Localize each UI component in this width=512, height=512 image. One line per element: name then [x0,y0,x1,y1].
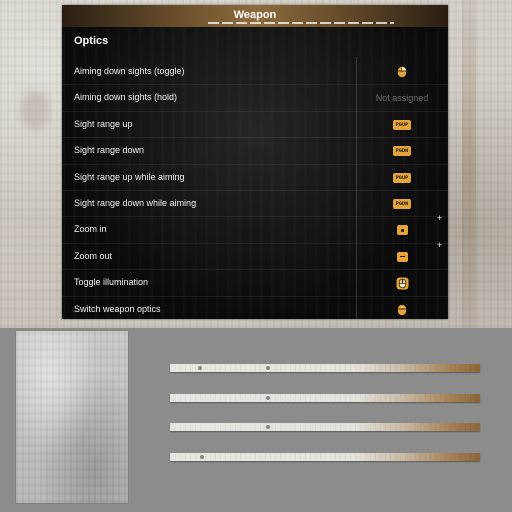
paper-texture-tile [16,331,128,503]
wood-strip-texture [170,453,480,461]
wood-strip-texture [170,394,480,402]
panel-title: Weapon [233,9,277,21]
binding-cell[interactable]: PGUP [357,165,447,191]
keybind-label: Sight range up while aiming [74,171,185,182]
key-badge: PGDN [392,198,412,209]
section-title: Optics [74,35,109,47]
keybind-row-sight-range-down[interactable]: Sight range down PGDN [62,138,448,165]
binding-cell[interactable] [357,217,447,243]
binding-cell[interactable]: PGUP [357,112,447,138]
binding-cell[interactable]: Not assigned [357,85,447,111]
wood-strip-texture [170,364,480,372]
mouse-right-click-icon [397,66,407,78]
keybind-row-sight-range-down-aiming[interactable]: Sight range down while aiming PGDN [62,191,448,218]
key-badge: PGUP [392,119,412,130]
mouse-wheel-click-icon [396,277,408,290]
keybind-row-sight-range-up[interactable]: Sight range up PGUP [62,112,448,139]
keybind-label: Sight range down while aiming [74,197,197,208]
wood-strip-texture [170,423,480,431]
binding-cell[interactable] [357,297,447,323]
not-assigned-text: Not assigned [375,93,429,104]
keybind-label: Toggle illumination [74,277,149,288]
keybind-label: Aiming down sights (toggle) [74,66,185,76]
header-underline [208,22,394,24]
keybind-panel: Weapon Optics Aiming down sights (toggle… [62,5,448,323]
numpad-plus-icon [396,225,408,236]
add-binding-icon[interactable]: + [437,214,442,223]
binding-cell[interactable]: PGDN [357,138,447,164]
keybind-row-zoom-out[interactable]: Zoom out + [62,240,448,271]
wall-stain [20,90,50,130]
binding-cell[interactable] [357,270,447,296]
keybind-row-toggle-illumination[interactable]: Toggle illumination [62,270,448,297]
keybind-label: Zoom out [74,250,113,261]
keybind-list: Aiming down sights (toggle) Aiming down … [62,59,448,323]
keybind-label: Zoom in [74,224,107,235]
binding-cell[interactable]: PGDN [357,191,447,217]
mouse-middle-click-icon [397,304,407,315]
key-badge: PGUP [392,172,412,183]
keybind-label: Sight range up [74,118,133,129]
keybind-row-ads-hold[interactable]: Aiming down sights (hold) Not assigned [62,85,448,112]
keybind-row-switch-optics[interactable]: Switch weapon optics [62,297,448,323]
keybind-label: Sight range down [74,145,145,156]
binding-cell[interactable] [357,244,447,270]
keybind-row-sight-range-up-aiming[interactable]: Sight range up while aiming PGUP [62,165,448,191]
numpad-minus-icon [396,251,408,262]
keybind-row-zoom-in[interactable]: Zoom in + [62,214,448,244]
keybind-row-ads-toggle[interactable]: Aiming down sights (toggle) [62,59,448,86]
add-binding-icon[interactable]: + [437,240,442,250]
key-badge: PGDN [392,146,412,157]
binding-cell[interactable] [357,59,447,85]
keybind-label: Switch weapon optics [74,303,161,314]
wall-stain [462,0,476,328]
keybind-label: Aiming down sights (hold) [74,92,178,103]
